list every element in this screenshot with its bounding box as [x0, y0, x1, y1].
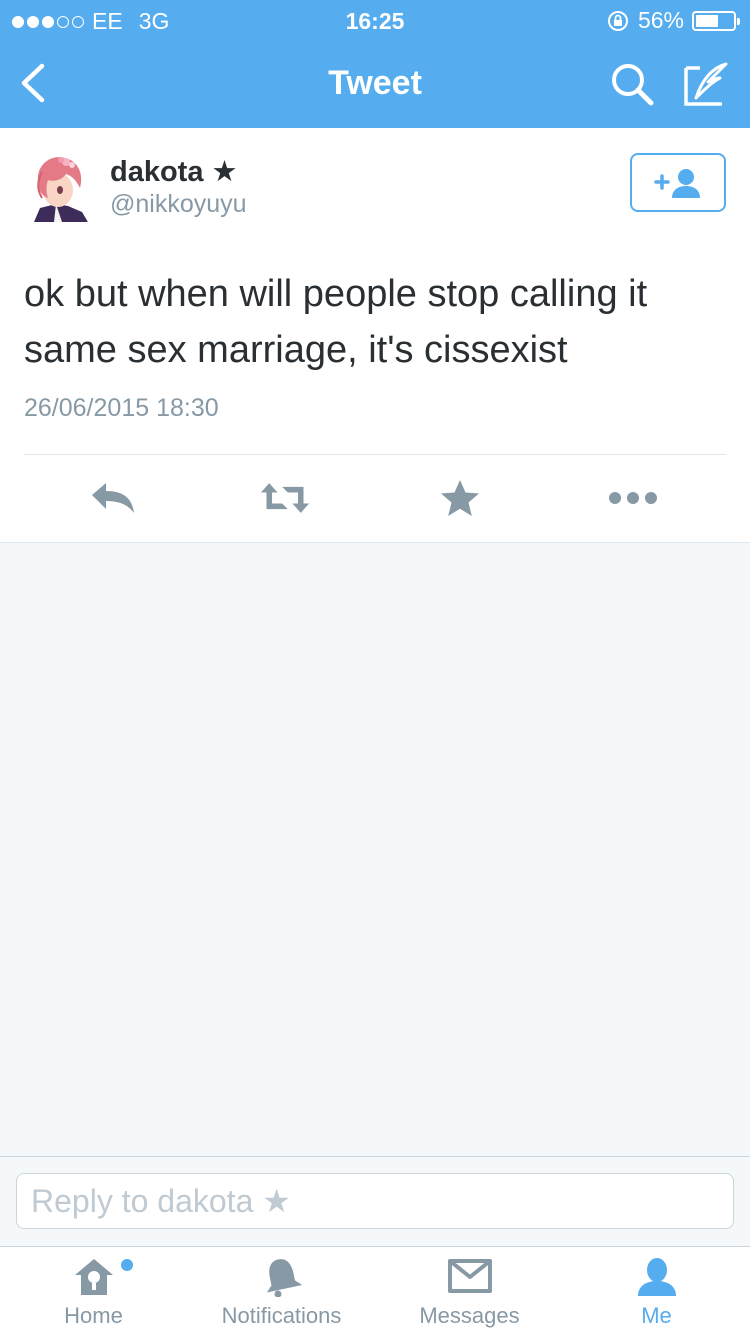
reply-button[interactable]	[88, 476, 138, 520]
ellipsis-icon	[609, 492, 657, 504]
divider	[24, 454, 726, 455]
compose-tweet-icon[interactable]	[682, 58, 732, 108]
tab-messages[interactable]: Messages	[376, 1247, 563, 1334]
rotation-lock-icon	[607, 10, 628, 31]
display-name[interactable]: dakota ★	[110, 154, 238, 189]
person-icon	[637, 1258, 676, 1296]
user-handle[interactable]: @nikkoyuyu	[110, 190, 247, 219]
tab-bar: Home Notifications Messages Me	[0, 1246, 750, 1334]
tab-notifications-label: Notifications	[221, 1303, 342, 1328]
new-content-badge	[121, 1259, 133, 1271]
battery-icon	[692, 10, 740, 31]
more-options-button[interactable]	[608, 476, 658, 520]
tab-notifications[interactable]: Notifications	[188, 1247, 375, 1334]
tweet-detail-card: dakota ★ @nikkoyuyu ok but when will peo…	[0, 128, 750, 543]
tab-me-label: Me	[641, 1303, 672, 1328]
retweet-button[interactable]	[260, 476, 310, 520]
reply-icon	[92, 483, 134, 513]
status-right: 56%	[606, 7, 740, 34]
status-bar: EE 3G 16:25 56%	[0, 0, 750, 40]
tab-home[interactable]: Home	[0, 1247, 187, 1334]
follow-button[interactable]	[630, 153, 726, 212]
tweet-text: ok but when will people stop calling it …	[24, 273, 648, 371]
avatar[interactable]	[26, 152, 92, 222]
home-icon	[74, 1259, 113, 1295]
retweet-icon	[260, 483, 310, 513]
reply-composer	[0, 1156, 750, 1246]
bell-icon	[266, 1259, 302, 1297]
star-icon	[441, 480, 479, 516]
tweet-timestamp: 26/06/2015 18:30	[24, 394, 219, 422]
tab-messages-label: Messages	[419, 1303, 520, 1328]
add-user-icon	[654, 168, 700, 198]
reply-input[interactable]	[16, 1173, 734, 1229]
search-icon[interactable]	[608, 60, 656, 108]
tab-home-label: Home	[64, 1303, 123, 1328]
navigation-bar: Tweet	[0, 40, 750, 128]
favorite-button[interactable]	[435, 476, 485, 520]
battery-percent: 56%	[637, 7, 684, 33]
tab-me[interactable]: Me	[563, 1247, 750, 1334]
envelope-icon	[447, 1259, 492, 1293]
